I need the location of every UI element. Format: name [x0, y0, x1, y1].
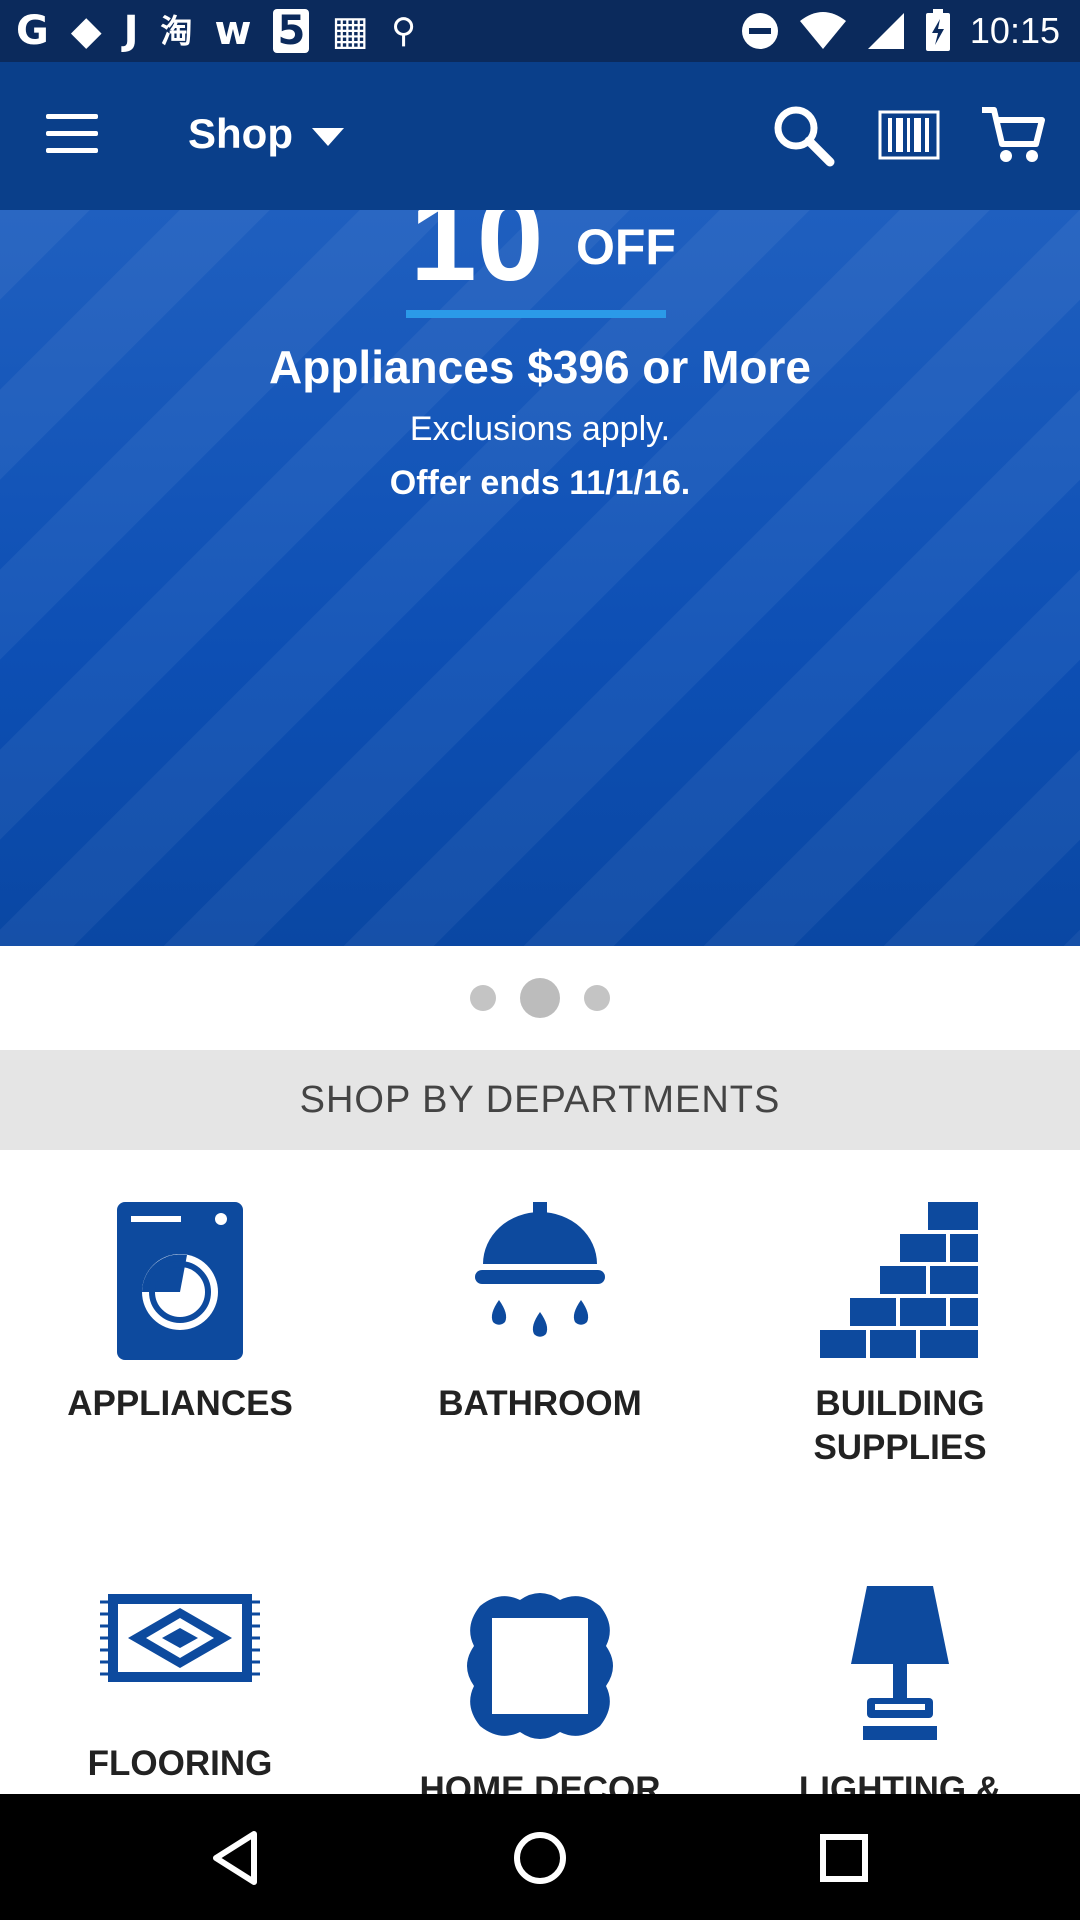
dept-label: LIGHTING & — [798, 1770, 1002, 1794]
taobao-icon: 淘 — [160, 12, 193, 50]
promo-end-date: Offer ends 11/1/16. — [389, 464, 691, 502]
w-icon: w — [214, 8, 252, 54]
page-title[interactable]: Shop — [188, 110, 293, 158]
carousel-dot-active[interactable] — [520, 978, 560, 1018]
dept-label: HOME DECOR — [419, 1770, 661, 1794]
dept-bathroom[interactable]: BATHROOM — [360, 1202, 720, 1426]
dept-appliances[interactable]: APPLIANCES — [0, 1202, 360, 1426]
cart-icon[interactable] — [980, 102, 1046, 168]
promo-exclusions: Exclusions apply. — [409, 410, 671, 448]
shower-icon — [475, 1202, 605, 1337]
rug-icon — [100, 1594, 260, 1682]
dept-label: BUILDING SUPPLIES — [813, 1384, 987, 1467]
carousel-dot[interactable] — [470, 985, 496, 1011]
clock: 10:15 — [969, 10, 1060, 51]
drive-icon: ◆ — [70, 8, 102, 54]
lamp-icon — [851, 1586, 949, 1740]
signal-icon — [867, 13, 904, 49]
menu-icon[interactable] — [46, 114, 98, 154]
system-nav-bar — [0, 1794, 1080, 1920]
dept-label: FLOORING — [87, 1744, 273, 1783]
departments-header: SHOP BY DEPARTMENTS — [0, 1050, 1080, 1150]
app-bar: Shop — [0, 62, 1080, 210]
promo-banner[interactable]: 10 OFF Appliances $396 or More Exclusion… — [0, 210, 1080, 946]
system-indicators: 10:15 — [740, 0, 1060, 62]
google-icon: G — [16, 8, 49, 54]
status-bar: G ◆ J 淘 w 5 ▦ ⚲ 10:15 — [0, 0, 1080, 62]
chevron-down-icon[interactable] — [312, 128, 344, 146]
link-icon: ⚲ — [391, 11, 417, 51]
dept-label: BATHROOM — [438, 1384, 642, 1423]
washer-icon — [117, 1202, 243, 1360]
back-icon[interactable] — [206, 1828, 266, 1888]
dept-building-supplies[interactable]: BUILDING SUPPLIES — [720, 1202, 1080, 1470]
carousel-indicator — [0, 978, 1080, 1018]
dept-flooring[interactable]: FLOORING — [0, 1590, 360, 1786]
bricks-icon — [820, 1202, 978, 1358]
divider-line — [406, 310, 666, 318]
five-icon: 5 — [273, 9, 310, 53]
home-icon[interactable] — [510, 1828, 570, 1888]
discount-number: 10 — [410, 210, 544, 306]
carousel-dot[interactable] — [584, 985, 610, 1011]
j-icon: J — [123, 8, 139, 54]
dept-label: APPLIANCES — [67, 1384, 293, 1423]
notification-icons: G ◆ J 淘 w 5 ▦ ⚲ — [16, 6, 416, 56]
grid-icon: ▦ — [331, 8, 370, 54]
search-icon[interactable] — [770, 102, 836, 168]
dnd-icon — [741, 13, 778, 49]
battery-icon — [925, 9, 950, 51]
discount-off-label: OFF — [576, 219, 676, 275]
dept-home-decor[interactable]: HOME DECOR — [360, 1586, 720, 1794]
recents-icon[interactable] — [814, 1828, 874, 1888]
frame-icon — [467, 1593, 613, 1739]
departments-grid: APPLIANCES BATHROOM BUILDING SUPPLIES FL… — [0, 1150, 1080, 1794]
dept-lighting[interactable]: LIGHTING & — [720, 1586, 1080, 1794]
barcode-icon[interactable] — [876, 102, 942, 168]
wifi-icon — [799, 12, 846, 49]
promo-headline: Appliances $396 or More — [269, 341, 811, 393]
